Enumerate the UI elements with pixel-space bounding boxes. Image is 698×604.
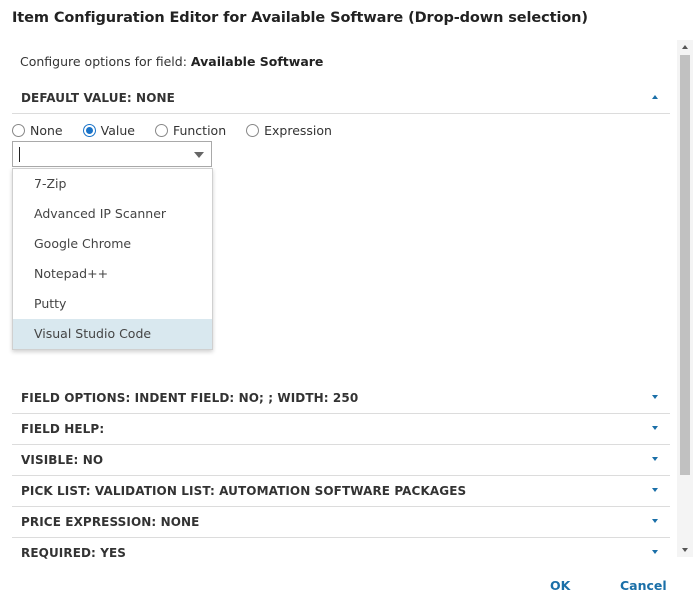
configure-field-name: Available Software — [190, 54, 324, 69]
text-cursor — [19, 147, 20, 162]
radio-function[interactable]: Function — [154, 122, 227, 138]
section-price-expression-label: PRICE EXPRESSION: NONE — [21, 515, 200, 529]
section-pick-list-label: PICK LIST: VALIDATION LIST: AUTOMATION S… — [21, 484, 467, 498]
configure-field-prefix: Configure options for field: — [20, 54, 191, 69]
software-dropdown-list: 7-Zip Advanced IP Scanner Google Chrome … — [12, 168, 213, 350]
dropdown-item-visual-studio-code[interactable]: Visual Studio Code — [13, 319, 212, 349]
section-visible-label: VISIBLE: NO — [21, 453, 104, 467]
radio-function-circle[interactable] — [154, 123, 168, 137]
default-value-combobox[interactable] — [12, 141, 212, 167]
section-field-options-label: FIELD OPTIONS: INDENT FIELD: NO; ; WIDTH… — [21, 391, 359, 405]
dialog-content: Configure options for field: Available S… — [0, 40, 677, 560]
radio-none[interactable]: None — [12, 123, 63, 138]
section-field-help[interactable]: FIELD HELP: — [12, 414, 670, 445]
scroll-down-arrow-icon[interactable] — [682, 548, 688, 552]
radio-expression[interactable]: Expression — [246, 123, 332, 138]
radio-none-circle[interactable] — [12, 123, 25, 137]
section-default-value[interactable]: DEFAULT VALUE: NONE — [12, 83, 670, 114]
chevron-down-icon[interactable] — [194, 152, 204, 158]
radio-expression-circle[interactable] — [246, 123, 260, 137]
section-default-value-label: DEFAULT VALUE: NONE — [21, 91, 175, 105]
dropdown-item-7-zip[interactable]: 7-Zip — [13, 169, 212, 199]
radio-value[interactable]: Value — [82, 122, 135, 138]
ok-button[interactable]: OK — [550, 578, 570, 593]
radio-expression-label: Expression — [264, 122, 332, 138]
section-required[interactable]: REQUIRED: YES — [12, 538, 670, 560]
dialog-title: Item Configuration Editor for Available … — [12, 10, 588, 26]
scroll-up-arrow-icon[interactable] — [682, 45, 688, 49]
expand-icon[interactable] — [652, 488, 658, 492]
section-required-label: REQUIRED: YES — [21, 546, 127, 560]
default-value-input[interactable] — [17, 145, 187, 163]
dropdown-item-notepad-plus-plus[interactable]: Notepad++ — [13, 259, 212, 289]
radio-value-label: Value — [100, 122, 135, 138]
dropdown-item-putty[interactable]: Putty — [13, 289, 212, 319]
section-field-options[interactable]: FIELD OPTIONS: INDENT FIELD: NO; ; WIDTH… — [12, 383, 670, 414]
expand-icon[interactable] — [652, 550, 658, 554]
collapse-icon[interactable] — [652, 95, 658, 99]
section-field-help-label: FIELD HELP: — [21, 422, 105, 436]
section-pick-list[interactable]: PICK LIST: VALIDATION LIST: AUTOMATION S… — [12, 476, 670, 507]
expand-icon[interactable] — [652, 519, 658, 523]
expand-icon[interactable] — [652, 426, 658, 430]
vertical-scrollbar[interactable] — [677, 40, 693, 557]
dropdown-item-google-chrome[interactable]: Google Chrome — [13, 229, 212, 259]
cancel-button[interactable]: Cancel — [620, 578, 667, 593]
default-value-type-radios: None Value Function Expression — [12, 121, 352, 139]
radio-function-label: Function — [172, 122, 227, 138]
expand-icon[interactable] — [652, 395, 658, 399]
section-price-expression[interactable]: PRICE EXPRESSION: NONE — [12, 507, 670, 538]
scrollbar-thumb[interactable] — [680, 55, 690, 475]
configure-field-line: Configure options for field: Available S… — [20, 54, 323, 69]
section-visible[interactable]: VISIBLE: NO — [12, 445, 670, 476]
radio-value-circle[interactable] — [82, 123, 96, 137]
radio-none-label: None — [30, 122, 63, 138]
dropdown-item-advanced-ip-scanner[interactable]: Advanced IP Scanner — [13, 199, 212, 229]
expand-icon[interactable] — [652, 457, 658, 461]
